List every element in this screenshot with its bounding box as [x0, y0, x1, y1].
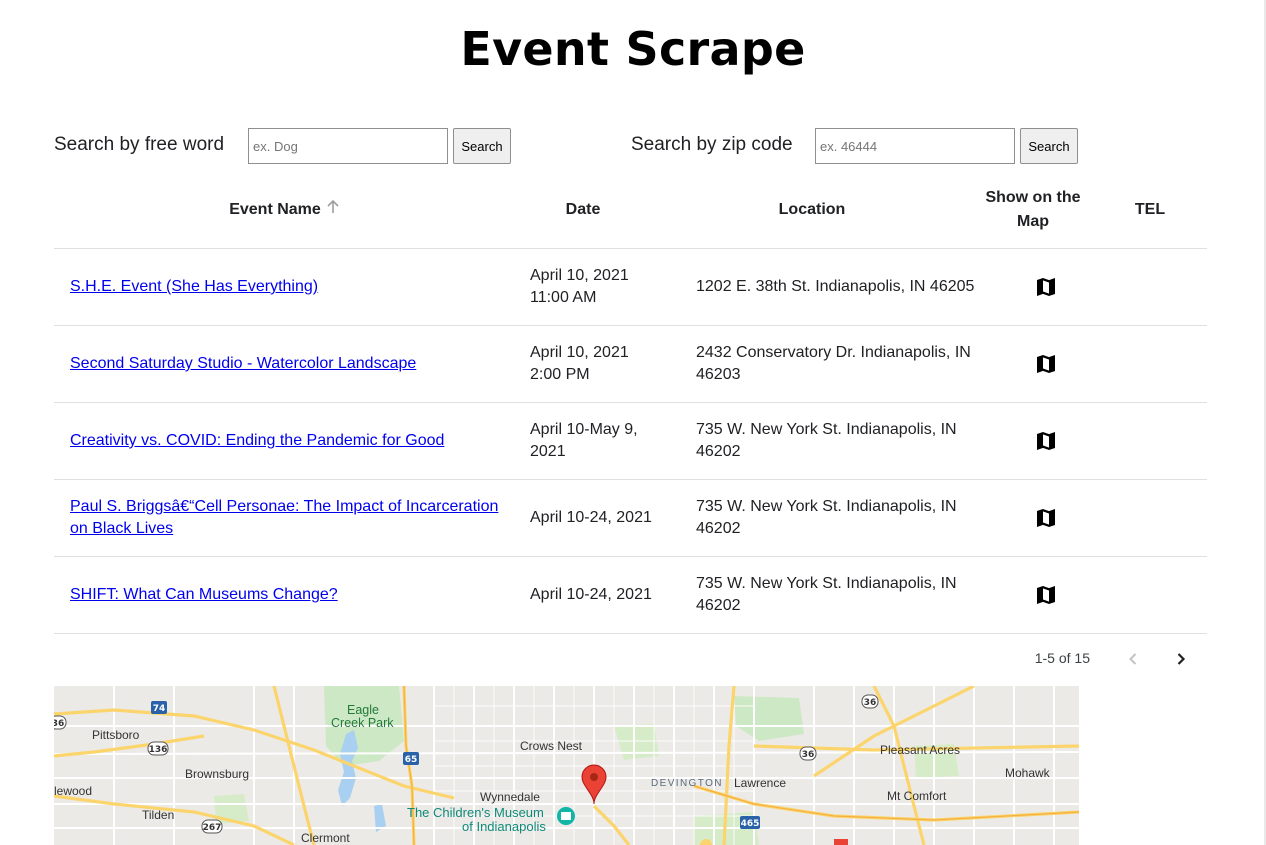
- column-header-tel[interactable]: TEL: [1120, 172, 1180, 248]
- chevron-left-icon[interactable]: [1117, 643, 1149, 675]
- table-row: S.H.E. Event (She Has Everything) April 1…: [54, 249, 1207, 326]
- column-header-label: Event Name: [229, 201, 321, 218]
- event-location: 735 W. New York St. Indianapolis, IN 462…: [696, 498, 957, 537]
- table-row: Second Saturday Studio - Watercolor Land…: [54, 326, 1207, 403]
- event-name-cell: Paul S. Briggsâ€“Cell Personae: The Impa…: [70, 480, 500, 556]
- map-label-eagle: Eagle: [347, 703, 379, 717]
- event-location: 735 W. New York St. Indianapolis, IN 462…: [696, 421, 957, 460]
- svg-text:74: 74: [153, 704, 166, 714]
- map-label-brownsburg: Brownsburg: [185, 767, 250, 781]
- free-word-search-input[interactable]: [248, 128, 448, 164]
- map-icon[interactable]: [1034, 429, 1058, 453]
- pagination: 1-5 of 15: [54, 643, 1207, 675]
- map-icon[interactable]: [1034, 352, 1058, 376]
- event-date: April 10-24, 2021: [530, 509, 652, 526]
- column-header-event-name[interactable]: Event Name: [184, 172, 384, 248]
- svg-text:267: 267: [203, 823, 222, 833]
- svg-text:36: 36: [864, 698, 877, 708]
- event-name-cell: Creativity vs. COVID: Ending the Pandemi…: [70, 403, 500, 479]
- event-tel: [1114, 249, 1207, 325]
- table-row: Creativity vs. COVID: Ending the Pandemi…: [54, 403, 1207, 480]
- zip-code-search-button[interactable]: Search: [1020, 128, 1078, 164]
- chevron-right-icon[interactable]: [1165, 643, 1197, 675]
- map-label-mt-comfort: Mt Comfort: [887, 789, 947, 803]
- table-row: Paul S. Briggsâ€“Cell Personae: The Impa…: [54, 480, 1207, 557]
- map-label-lewood: lewood: [54, 784, 93, 798]
- svg-text:36: 36: [802, 750, 815, 760]
- column-header-location[interactable]: Location: [754, 172, 870, 248]
- show-on-map-cell: [984, 326, 1108, 402]
- map-icon[interactable]: [1034, 506, 1058, 530]
- event-location: 2432 Conservatory Dr. Indianapolis, IN 4…: [696, 344, 971, 383]
- event-date: April 10-24, 2021: [530, 586, 652, 603]
- show-on-map-cell: [984, 480, 1108, 556]
- map-label-wynnedale: Wynnedale: [480, 790, 540, 804]
- map-label-lawrence: Lawrence: [734, 776, 787, 790]
- google-map[interactable]: 74 36 136 65 36 36 267 465 Eagle Creek P…: [54, 686, 1079, 845]
- table-header: Event Name Date Location Show on the Map…: [54, 172, 1207, 249]
- event-tel: [1114, 326, 1207, 402]
- column-header-show-on-map[interactable]: Show on the Map: [976, 172, 1090, 248]
- free-word-search-button[interactable]: Search: [453, 128, 511, 164]
- map-label-devington: DEVINGTON: [651, 778, 723, 789]
- event-link[interactable]: Creativity vs. COVID: Ending the Pandemi…: [70, 430, 444, 452]
- arrow-up-icon[interactable]: [327, 198, 339, 222]
- map-label-tilden: Tilden: [142, 808, 175, 822]
- map-label-creek-park: Creek Park: [331, 716, 394, 730]
- map-label-pittsboro: Pittsboro: [92, 728, 140, 742]
- event-date: April 10-May 9, 2021: [530, 421, 638, 460]
- event-tel: [1114, 480, 1207, 556]
- event-tel: [1114, 557, 1207, 633]
- event-location: 735 W. New York St. Indianapolis, IN 462…: [696, 575, 957, 614]
- event-name-cell: SHIFT: What Can Museums Change?: [70, 557, 500, 633]
- zip-code-search-input[interactable]: [815, 128, 1015, 164]
- svg-text:36: 36: [54, 719, 64, 729]
- svg-text:136: 136: [149, 745, 168, 755]
- event-date: April 10, 2021 2:00 PM: [530, 344, 629, 383]
- event-link[interactable]: Second Saturday Studio - Watercolor Land…: [70, 353, 416, 375]
- column-header-date[interactable]: Date: [530, 172, 636, 248]
- event-location: 1202 E. 38th St. Indianapolis, IN 46205: [696, 278, 975, 295]
- events-table: Event Name Date Location Show on the Map…: [54, 172, 1207, 634]
- zip-code-search-label: Search by zip code: [631, 134, 793, 155]
- pagination-range: 1-5 of 15: [1034, 650, 1090, 666]
- map-label-childrens-museum-line1: The Children's Museum: [407, 805, 544, 820]
- map-label-pleasant-acres: Pleasant Acres: [880, 743, 961, 757]
- table-row: SHIFT: What Can Museums Change? April 10-…: [54, 557, 1207, 634]
- event-name-cell: S.H.E. Event (She Has Everything): [70, 249, 500, 325]
- event-link[interactable]: Paul S. Briggsâ€“Cell Personae: The Impa…: [70, 496, 500, 540]
- show-on-map-cell: [984, 249, 1108, 325]
- map-label-clermont: Clermont: [301, 831, 350, 845]
- event-name-cell: Second Saturday Studio - Watercolor Land…: [70, 326, 500, 402]
- event-link[interactable]: S.H.E. Event (She Has Everything): [70, 276, 318, 298]
- map-label-childrens-museum-line2: of Indianapolis: [462, 819, 546, 834]
- svg-text:65: 65: [405, 755, 418, 765]
- map-canvas: 74 36 136 65 36 36 267 465: [54, 686, 1079, 845]
- show-on-map-cell: [984, 403, 1108, 479]
- show-on-map-cell: [984, 557, 1108, 633]
- svg-text:465: 465: [741, 819, 760, 829]
- map-icon[interactable]: [1034, 275, 1058, 299]
- map-label-crows-nest: Crows Nest: [520, 739, 583, 753]
- event-date: April 10, 2021 11:00 AM: [530, 267, 629, 306]
- free-word-search-label: Search by free word: [54, 134, 225, 155]
- event-tel: [1114, 403, 1207, 479]
- event-link[interactable]: SHIFT: What Can Museums Change?: [70, 584, 338, 606]
- table-body: S.H.E. Event (She Has Everything) April 1…: [54, 249, 1207, 634]
- map-icon[interactable]: [1034, 583, 1058, 607]
- page-title: Event Scrape: [460, 22, 806, 76]
- map-label-mohawk: Mohawk: [1005, 766, 1050, 780]
